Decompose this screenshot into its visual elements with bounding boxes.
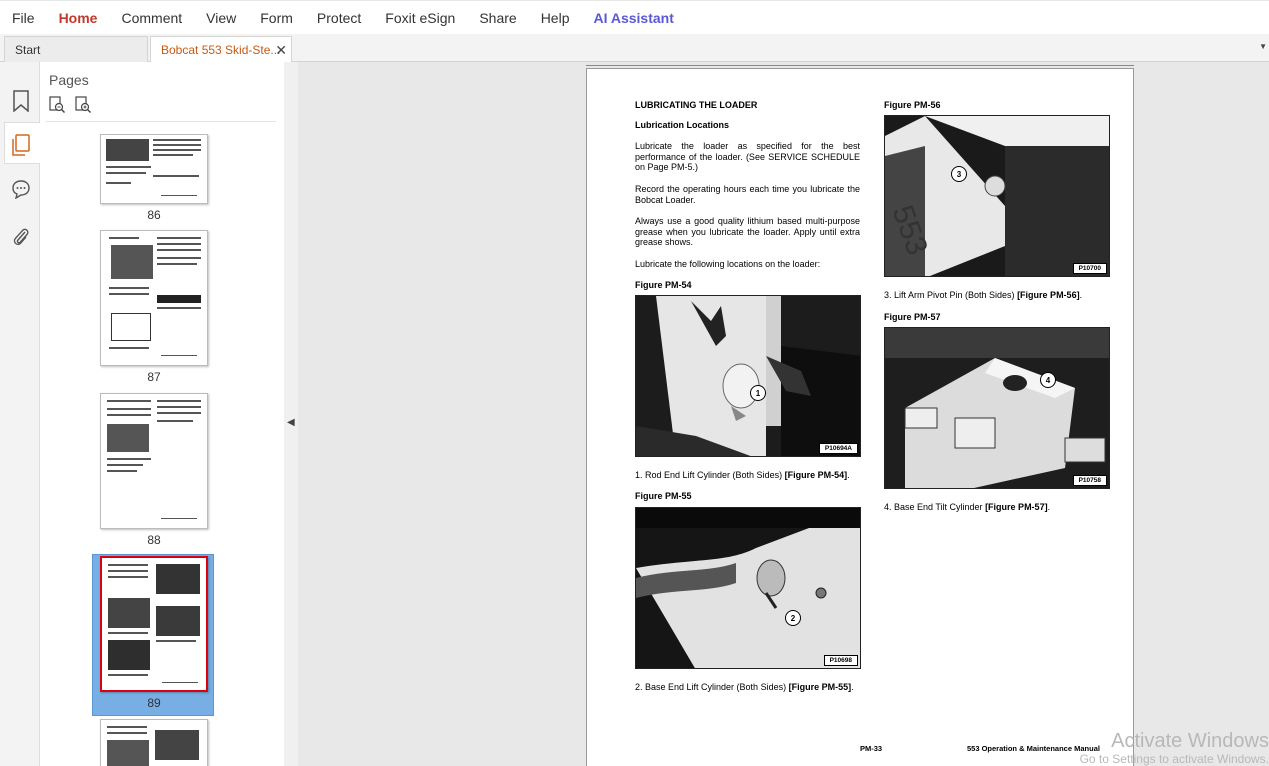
callout-1: 1 <box>750 385 766 401</box>
paragraph-4: Lubricate the following locations on the… <box>635 259 821 269</box>
list-item-1: 1. Rod End Lift Cylinder (Both Sides) [F… <box>635 470 850 480</box>
collapse-arrow-icon[interactable]: ◀ <box>287 417 295 428</box>
close-icon[interactable]: ✕ <box>275 42 287 59</box>
document-viewer[interactable]: LUBRICATING THE LOADER Lubrication Locat… <box>298 62 1269 766</box>
tab-list-chevron-icon[interactable]: ▼ <box>1259 42 1267 51</box>
figure-pm-55-title: Figure PM-55 <box>635 491 692 501</box>
figure-pm-54-tag: P10694A <box>818 443 858 454</box>
page-thumbnail-90[interactable] <box>100 719 208 766</box>
list-item-4: 4. Base End Tilt Cylinder [Figure PM-57]… <box>884 502 1051 512</box>
page-number-89: 89 <box>147 696 161 710</box>
tab-document-label: Bobcat 553 Skid-Ste... <box>161 43 281 57</box>
section-subheading: Lubrication Locations <box>635 120 730 130</box>
menu-file[interactable]: File <box>0 10 47 26</box>
page-thumbnail-86[interactable] <box>100 134 208 204</box>
menu-share[interactable]: Share <box>467 10 528 26</box>
figure-pm-55-tag: P10698 <box>823 655 858 666</box>
panel-divider <box>46 121 276 122</box>
figure-pm-57-photo: 4 P10758 <box>884 327 1110 489</box>
panel-title: Pages <box>49 72 89 88</box>
tab-start[interactable]: Start <box>4 36 148 62</box>
section-heading: LUBRICATING THE LOADER <box>635 100 758 110</box>
document-page: LUBRICATING THE LOADER Lubrication Locat… <box>586 68 1134 766</box>
menu-home[interactable]: Home <box>47 10 110 26</box>
list-item-2: 2. Base End Lift Cylinder (Both Sides) [… <box>635 682 854 692</box>
tab-bar: Start Bobcat 553 Skid-Ste... ✕ ▼ <box>0 34 1269 63</box>
figure-pm-57-tag: P10758 <box>1072 475 1107 486</box>
tab-document[interactable]: Bobcat 553 Skid-Ste... ✕ <box>150 36 292 63</box>
zoom-out-thumbnail-icon[interactable] <box>48 96 66 119</box>
footer-page-number: PM-33 <box>860 744 883 753</box>
callout-4: 4 <box>1040 372 1056 388</box>
figure-pm-57-title: Figure PM-57 <box>884 312 941 322</box>
navigation-rail <box>0 62 40 766</box>
page-thumbnail-88[interactable] <box>100 393 208 529</box>
list-item-3: 3. Lift Arm Pivot Pin (Both Sides) [Figu… <box>884 290 1083 300</box>
page-number-88: 88 <box>147 533 161 547</box>
figure-pm-55-photo: 2 P10698 <box>635 507 861 669</box>
paragraph-3: Always use a good quality lithium based … <box>635 216 860 247</box>
menu-help[interactable]: Help <box>529 10 582 26</box>
figure-pm-56-photo: 553 3 P10700 <box>884 115 1110 277</box>
pages-panel: Pages 86 87 88 89 <box>40 62 324 766</box>
callout-3: 3 <box>951 166 967 182</box>
menu-ai-assistant[interactable]: AI Assistant <box>581 10 685 26</box>
figure-pm-54-photo: 1 P10694A <box>635 295 861 457</box>
bookmark-icon[interactable] <box>8 88 34 114</box>
callout-2: 2 <box>785 610 801 626</box>
page-number-87: 87 <box>147 370 161 384</box>
thumbnail-image <box>106 139 149 161</box>
panel-collapse-handle[interactable]: ◀ <box>284 62 298 766</box>
page-thumbnail-89[interactable] <box>100 556 208 692</box>
zoom-in-thumbnail-icon[interactable] <box>74 96 92 119</box>
activate-windows-watermark: Activate Windows <box>1111 730 1269 752</box>
pages-icon[interactable] <box>8 132 34 158</box>
panel-toolbar <box>48 96 92 119</box>
tab-start-label: Start <box>15 42 41 57</box>
menu-comment[interactable]: Comment <box>109 10 194 26</box>
menu-foxit-esign[interactable]: Foxit eSign <box>373 10 467 26</box>
figure-pm-56-title: Figure PM-56 <box>884 100 941 110</box>
paragraph-2: Record the operating hours each time you… <box>635 184 860 205</box>
menu-bar: File Home Comment View Form Protect Foxi… <box>0 0 1269 34</box>
figure-pm-56-tag: P10700 <box>1072 263 1107 274</box>
menu-protect[interactable]: Protect <box>305 10 373 26</box>
page-thumbnail-87[interactable] <box>100 230 208 366</box>
menu-view[interactable]: View <box>194 10 248 26</box>
menu-form[interactable]: Form <box>248 10 305 26</box>
paragraph-1: Lubricate the loader as specified for th… <box>635 141 860 172</box>
page-number-86: 86 <box>147 208 161 222</box>
previous-page-edge <box>586 65 1134 66</box>
thumbnail-list: 86 87 88 89 <box>40 134 268 766</box>
figure-pm-54-title: Figure PM-54 <box>635 280 692 290</box>
activate-windows-subtext: Go to Settings to activate Windows. <box>1079 752 1269 766</box>
attachment-icon[interactable] <box>8 224 34 250</box>
comment-icon[interactable] <box>8 176 34 202</box>
